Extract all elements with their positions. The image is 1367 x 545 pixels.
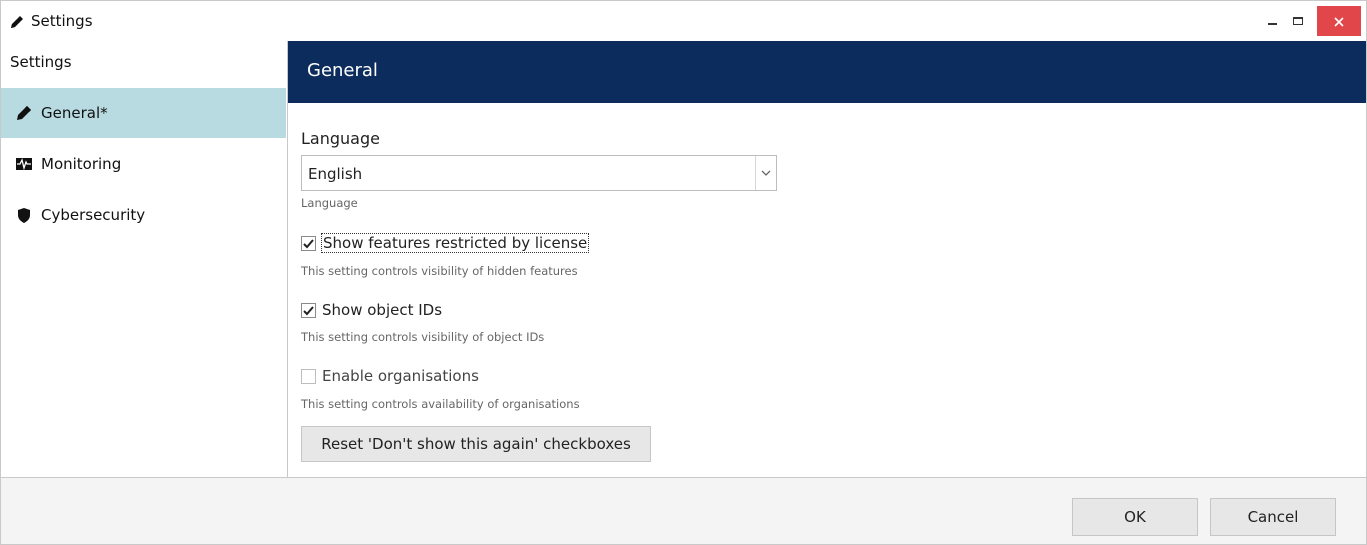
close-button[interactable] — [1317, 6, 1361, 36]
checkbox-checked-icon — [301, 302, 316, 318]
shield-icon — [15, 206, 33, 224]
chevron-down-icon — [755, 156, 776, 190]
panel-header: General — [288, 41, 1366, 103]
pencil-icon — [15, 104, 33, 122]
general-settings-panel: General Language English Language Show f… — [288, 41, 1366, 477]
sidebar-header: Settings — [10, 53, 72, 71]
language-hint: Language — [301, 196, 358, 210]
sidebar-item-label: Monitoring — [41, 155, 122, 173]
sidebar-item-label: Cybersecurity — [41, 206, 146, 224]
checkbox-hint: This setting controls visibility of hidd… — [301, 264, 578, 278]
language-select-value: English — [308, 165, 363, 183]
checkbox-label: Show object IDs — [322, 301, 443, 319]
language-label: Language — [301, 129, 380, 148]
pencil-icon — [8, 13, 26, 31]
maximize-button[interactable] — [1281, 6, 1315, 36]
checkbox-label: Enable organisations — [322, 367, 479, 385]
checkbox-hint: This setting controls availability of or… — [301, 397, 580, 411]
monitoring-icon — [15, 155, 33, 173]
checkbox-hint: This setting controls visibility of obje… — [301, 330, 545, 344]
sidebar-item-general[interactable]: General* — [1, 88, 286, 138]
page-title: General — [307, 60, 378, 81]
title-bar: Settings — [1, 1, 1366, 41]
window-title: Settings — [31, 12, 93, 30]
dialog-footer: OK Cancel — [1, 477, 1366, 544]
show-object-ids-checkbox[interactable]: Show object IDs — [301, 301, 442, 319]
sidebar-item-monitoring[interactable]: Monitoring — [1, 139, 286, 189]
show-restricted-features-checkbox[interactable]: Show features restricted by license — [301, 233, 590, 253]
settings-window: Settings Settings General* Monitoring Cy… — [0, 0, 1367, 545]
close-icon — [1334, 12, 1344, 31]
cancel-button[interactable]: Cancel — [1210, 498, 1336, 536]
checkbox-label: Show features restricted by license — [320, 233, 590, 253]
minimize-icon — [1267, 23, 1277, 25]
checkbox-checked-icon — [301, 235, 316, 251]
sidebar: Settings General* Monitoring Cybersecuri… — [1, 41, 288, 477]
language-select[interactable]: English — [301, 155, 777, 191]
maximize-icon — [1293, 17, 1303, 25]
enable-organisations-checkbox[interactable]: Enable organisations — [301, 367, 479, 385]
sidebar-item-label: General* — [41, 104, 108, 122]
checkbox-unchecked-icon — [301, 368, 316, 384]
reset-dont-show-again-button[interactable]: Reset 'Don't show this again' checkboxes — [301, 426, 651, 462]
sidebar-item-cybersecurity[interactable]: Cybersecurity — [1, 190, 286, 240]
ok-button[interactable]: OK — [1072, 498, 1198, 536]
